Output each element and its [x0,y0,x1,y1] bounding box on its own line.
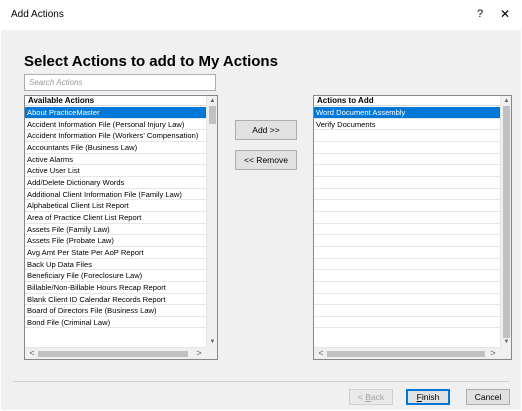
list-item[interactable] [314,247,500,259]
list-item[interactable] [314,270,500,282]
scrollbar-corner [500,347,511,359]
horizontal-scrollbar[interactable]: < > [25,347,206,359]
list-item[interactable] [314,305,500,317]
page-title: Select Actions to add to My Actions [24,53,278,70]
actions-to-add-list[interactable]: Actions to Add Word Document Assembly Ver… [313,95,512,360]
list-item[interactable]: About PracticeMaster [25,107,206,119]
title-bar: Add Actions ? ✕ [0,0,522,30]
scroll-thumb[interactable] [503,106,510,338]
list-item[interactable] [314,235,500,247]
available-actions-rows: About PracticeMaster Accident Information… [25,107,206,347]
list-item[interactable]: Bond File (Criminal Law) [25,317,206,329]
list-item[interactable] [314,294,500,306]
scroll-right-icon[interactable]: > [488,348,498,359]
footer-divider [13,381,509,382]
horizontal-scrollbar[interactable]: < > [314,347,500,359]
list-item[interactable]: Back Up Data Files [25,259,206,271]
list-item[interactable] [314,130,500,142]
back-rest: ack [370,392,385,402]
scroll-thumb[interactable] [327,351,485,357]
list-item[interactable]: Active User List [25,165,206,177]
scrollbar-corner [206,347,217,359]
scroll-left-icon[interactable]: < [27,348,37,359]
finish-rest: inish [421,392,440,402]
list-item[interactable]: Add/Delete Dictionary Words [25,177,206,189]
list-item[interactable]: Accident Information File (Personal Inju… [25,119,206,131]
list-item[interactable] [314,177,500,189]
close-button[interactable]: ✕ [498,7,512,21]
list-item[interactable] [314,224,500,236]
add-button[interactable]: Add >> [235,120,297,140]
list-item[interactable]: Assets File (Probate Law) [25,235,206,247]
actions-to-add-rows: Word Document Assembly Verify Documents [314,107,500,347]
scroll-left-icon[interactable]: < [316,348,326,359]
search-input[interactable] [24,74,216,91]
list-item[interactable] [314,259,500,271]
scroll-right-icon[interactable]: > [194,348,204,359]
help-button[interactable]: ? [473,8,487,20]
list-item[interactable]: Accident Information File (Workers' Comp… [25,130,206,142]
list-item[interactable]: Blank Client ID Calendar Records Report [25,294,206,306]
scroll-down-icon[interactable]: ▼ [207,337,217,347]
vertical-scrollbar[interactable]: ▲ ▼ [206,96,217,347]
list-item[interactable]: Avg Amt Per State Per AoP Report [25,247,206,259]
list-item[interactable]: Billable/Non-Billable Hours Recap Report [25,282,206,294]
actions-to-add-header: Actions to Add [314,96,500,106]
list-item[interactable]: Beneficiary File (Foreclosure Law) [25,270,206,282]
list-item[interactable]: Active Alarms [25,154,206,166]
scroll-down-icon[interactable]: ▼ [501,337,511,347]
scroll-thumb[interactable] [38,351,188,357]
back-button[interactable]: < Back [349,389,393,405]
list-item[interactable]: Verify Documents [314,119,500,131]
list-item[interactable]: Assets File (Family Law) [25,224,206,236]
list-item[interactable] [314,142,500,154]
list-item[interactable]: Additional Client Information File (Fami… [25,189,206,201]
list-item[interactable] [314,154,500,166]
scroll-up-icon[interactable]: ▲ [207,96,217,106]
scroll-thumb[interactable] [209,106,216,124]
available-actions-list[interactable]: Available Actions About PracticeMaster Ac… [24,95,218,360]
list-item[interactable] [314,212,500,224]
list-item[interactable] [314,200,500,212]
list-item[interactable]: Word Document Assembly [314,107,500,119]
window-title: Add Actions [11,9,64,20]
list-item[interactable] [314,317,500,329]
list-item[interactable]: Accountants File (Business Law) [25,142,206,154]
vertical-scrollbar[interactable]: ▲ ▼ [500,96,511,347]
cancel-button[interactable]: Cancel [466,389,510,405]
list-item[interactable]: Board of Directors File (Business Law) [25,305,206,317]
finish-button[interactable]: Finish [406,389,450,405]
list-item[interactable] [314,189,500,201]
list-item[interactable] [314,165,500,177]
list-item[interactable]: Alphabetical Client List Report [25,200,206,212]
list-item[interactable] [314,282,500,294]
available-actions-header: Available Actions [25,96,206,106]
remove-button[interactable]: << Remove [235,150,297,170]
list-item[interactable]: Area of Practice Client List Report [25,212,206,224]
scroll-up-icon[interactable]: ▲ [501,96,511,106]
